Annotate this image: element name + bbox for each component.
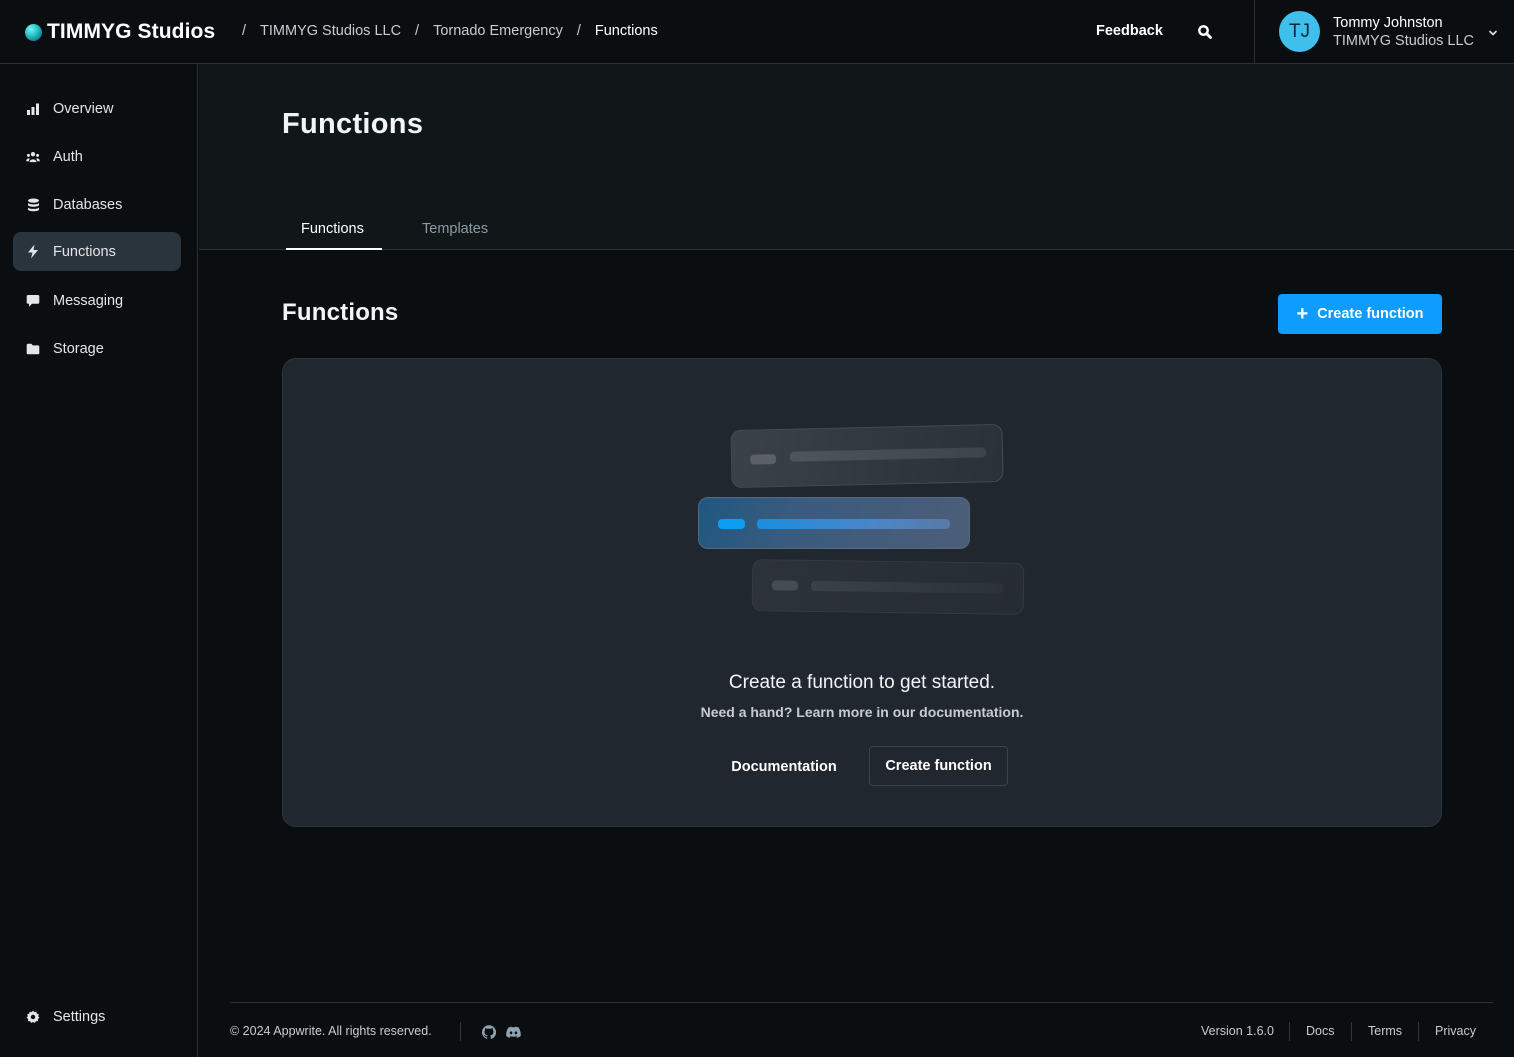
breadcrumb-separator: / — [415, 23, 420, 39]
brand-name: TIMMYG Studios — [47, 20, 216, 43]
user-menu[interactable]: TJ Tommy Johnston TIMMYG Studios LLC — [1279, 11, 1474, 52]
user-name: Tommy Johnston — [1333, 14, 1443, 31]
breadcrumb-separator: / — [242, 23, 247, 39]
page-header: Functions Functions Templates — [199, 64, 1514, 250]
sidebar-item-auth[interactable]: Auth — [13, 137, 181, 176]
breadcrumb-current[interactable]: Functions — [595, 23, 658, 39]
gear-icon — [26, 1010, 40, 1024]
avatar: TJ — [1279, 11, 1320, 52]
users-icon — [26, 150, 40, 164]
create-function-label: Create function — [1317, 306, 1424, 322]
illustration-bar-highlighted — [698, 497, 970, 549]
illustration-line — [757, 519, 950, 529]
brand-logo[interactable]: TIMMYG Studios — [25, 20, 215, 44]
lightning-icon — [26, 244, 40, 259]
tab-templates[interactable]: Templates — [422, 221, 488, 237]
footer-separator — [1418, 1022, 1419, 1041]
header-divider — [1254, 0, 1255, 63]
search-icon[interactable] — [1196, 23, 1214, 41]
illustration-bar-top — [730, 423, 1004, 489]
sidebar-item-label: Storage — [53, 340, 104, 357]
folder-icon — [26, 342, 40, 356]
feedback-button[interactable]: Feedback — [1096, 23, 1163, 39]
footer-separator — [1289, 1022, 1290, 1041]
sidebar-item-label: Messaging — [53, 292, 124, 309]
illustration-pill — [718, 519, 745, 529]
footer-separator — [1351, 1022, 1352, 1041]
footer-separator — [460, 1022, 461, 1041]
sidebar-item-label: Functions — [53, 243, 116, 260]
documentation-button[interactable]: Documentation — [715, 747, 853, 787]
top-header: TIMMYG Studios / TIMMYG Studios LLC / To… — [0, 0, 1514, 64]
create-function-button[interactable]: + Create function — [1278, 294, 1442, 334]
plus-icon: + — [1296, 303, 1309, 325]
user-organization: TIMMYG Studios LLC — [1333, 32, 1475, 49]
tab-functions[interactable]: Functions — [301, 221, 364, 237]
sidebar-item-messaging[interactable]: Messaging — [13, 281, 181, 320]
illustration-pill — [749, 454, 777, 465]
version-text: Version 1.6.0 — [1201, 1024, 1274, 1038]
chevron-down-icon[interactable] — [1487, 26, 1499, 38]
empty-state-subtitle: Need a hand? Learn more in our documenta… — [700, 704, 1024, 720]
empty-state-title: Create a function to get started. — [728, 672, 996, 693]
breadcrumb-organization[interactable]: TIMMYG Studios LLC — [260, 23, 401, 39]
discord-icon[interactable] — [506, 1025, 521, 1039]
section-title: Functions — [282, 299, 399, 326]
empty-state-card: Create a function to get started. Need a… — [282, 358, 1442, 827]
copyright-text: © 2024 Appwrite. All rights reserved. — [230, 1024, 432, 1038]
illustration-line — [789, 447, 987, 462]
breadcrumb-project[interactable]: Tornado Emergency — [433, 23, 563, 39]
sidebar-item-settings[interactable]: Settings — [13, 997, 181, 1036]
github-icon[interactable] — [482, 1025, 497, 1039]
bar-chart-icon — [26, 102, 40, 116]
page-title: Functions — [282, 108, 424, 140]
sidebar: Overview Auth Databases Functions Messag… — [0, 64, 198, 1057]
illustration-line — [810, 580, 1004, 594]
footer-link-terms[interactable]: Terms — [1368, 1024, 1402, 1038]
breadcrumb: / TIMMYG Studios LLC / Tornado Emergency… — [242, 23, 672, 39]
illustration-pill — [771, 580, 799, 591]
functions-illustration — [697, 423, 1027, 615]
footer-link-docs[interactable]: Docs — [1306, 1024, 1334, 1038]
sidebar-item-overview[interactable]: Overview — [13, 89, 181, 128]
sidebar-item-functions[interactable]: Functions — [13, 232, 181, 271]
active-tab-indicator — [286, 248, 382, 250]
sidebar-item-label: Databases — [53, 196, 123, 213]
database-icon — [26, 198, 40, 212]
footer-link-privacy[interactable]: Privacy — [1435, 1024, 1476, 1038]
sidebar-item-label: Settings — [53, 1008, 106, 1025]
illustration-bar-bottom — [751, 559, 1025, 615]
footer-divider — [230, 1002, 1493, 1003]
sidebar-item-label: Overview — [53, 100, 114, 117]
create-function-secondary-button[interactable]: Create function — [869, 746, 1008, 786]
logo-orb-icon — [25, 23, 42, 41]
user-info: Tommy Johnston TIMMYG Studios LLC — [1333, 14, 1474, 50]
sidebar-item-storage[interactable]: Storage — [13, 329, 181, 368]
breadcrumb-separator: / — [576, 23, 581, 39]
sidebar-item-databases[interactable]: Databases — [13, 185, 181, 224]
chat-icon — [26, 294, 40, 308]
sidebar-item-label: Auth — [53, 148, 83, 165]
